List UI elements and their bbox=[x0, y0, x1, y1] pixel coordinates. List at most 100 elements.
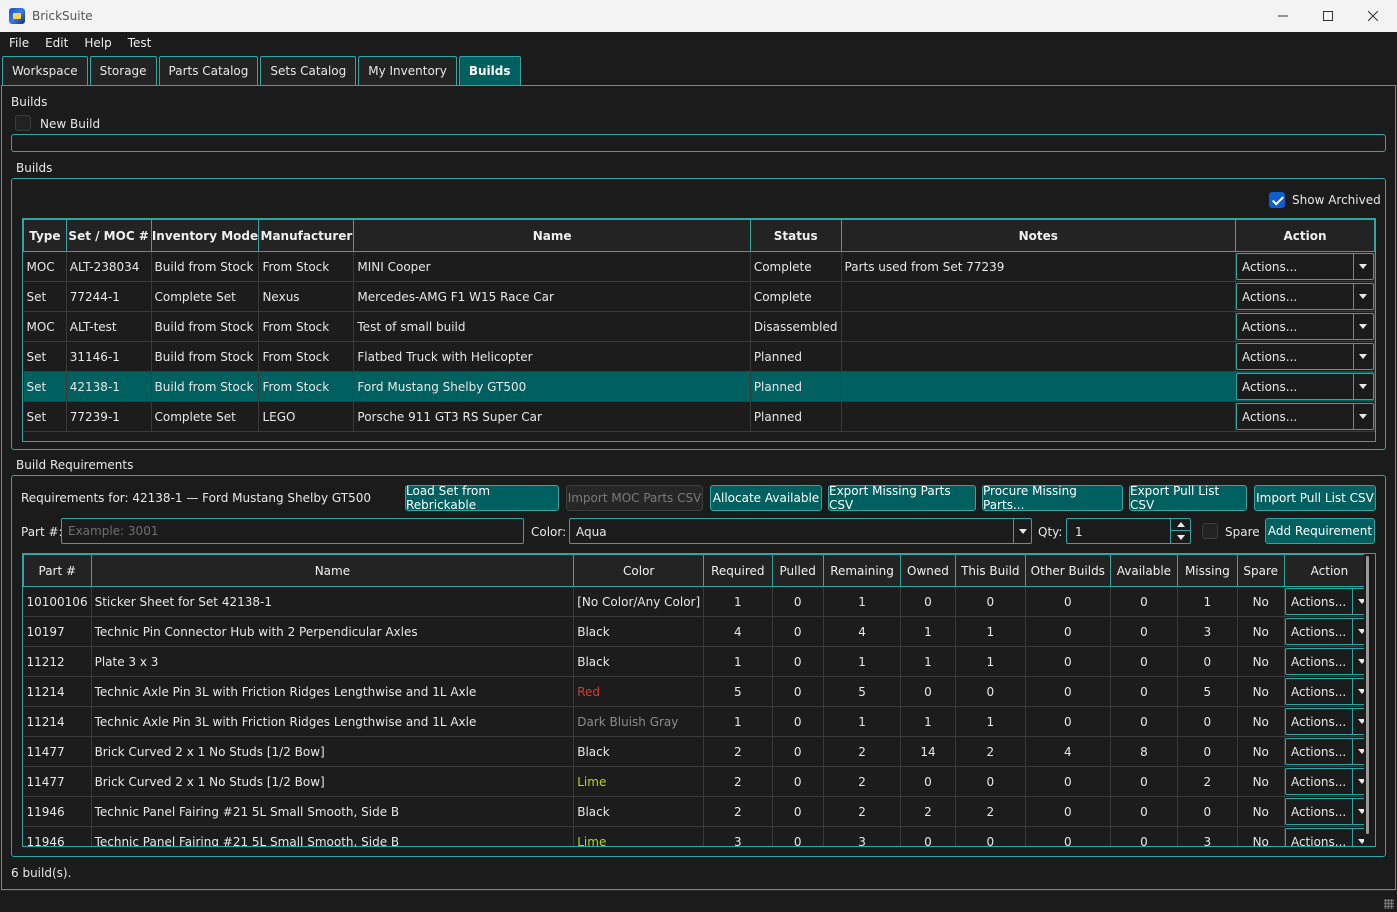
actions-dropdown[interactable]: Actions... bbox=[1284, 708, 1373, 735]
builds-table-row[interactable]: MOC ALT-test Build from Stock From Stock Tes… bbox=[23, 311, 1375, 342]
actions-dropdown[interactable]: Actions... bbox=[1284, 618, 1373, 645]
actions-dropdown[interactable]: Actions... bbox=[1284, 588, 1373, 615]
requirements-table-row[interactable]: 10100106 Sticker Sheet for Set 42138-1 [No… bbox=[23, 586, 1375, 617]
requirements-cell-missing: 5 bbox=[1177, 676, 1238, 707]
requirements-column-header[interactable]: Spare bbox=[1236, 554, 1285, 587]
minimize-icon[interactable] bbox=[1260, 0, 1306, 32]
requirements-column-header[interactable]: Action bbox=[1283, 554, 1375, 587]
tab-parts-catalog[interactable]: Parts Catalog bbox=[158, 56, 259, 85]
increment-icon[interactable] bbox=[1170, 519, 1190, 531]
builds-column-header[interactable]: Action bbox=[1234, 219, 1375, 252]
maximize-icon[interactable] bbox=[1305, 0, 1351, 32]
builds-table-row[interactable]: Set 77239-1 Complete Set LEGO Porsche 911 GT… bbox=[23, 401, 1375, 432]
menu-edit[interactable]: Edit bbox=[36, 36, 75, 50]
requirements-column-header[interactable]: Other Builds bbox=[1024, 554, 1111, 587]
actions-dropdown[interactable]: Actions... bbox=[1235, 343, 1374, 370]
builds-group-title: Builds bbox=[16, 161, 53, 175]
menu-help[interactable]: Help bbox=[75, 36, 118, 50]
chevron-down-icon[interactable] bbox=[1352, 374, 1373, 399]
procure-missing-button[interactable]: Procure Missing Parts... bbox=[982, 484, 1123, 512]
chevron-down-icon[interactable] bbox=[1352, 404, 1373, 429]
qty-stepper[interactable]: 1 bbox=[1066, 518, 1191, 544]
requirements-column-header[interactable]: Required bbox=[703, 554, 773, 587]
builds-table-row[interactable]: Set 42138-1 Build from Stock From Stock Ford… bbox=[23, 371, 1375, 402]
builds-column-header[interactable]: Notes bbox=[840, 219, 1236, 252]
builds-table-row[interactable]: Set 31146-1 Build from Stock From Stock Flat… bbox=[23, 341, 1375, 372]
builds-column-header[interactable]: Type bbox=[23, 219, 67, 252]
import-moc-button[interactable]: Import MOC Parts CSV bbox=[566, 485, 703, 511]
chevron-down-icon[interactable] bbox=[1013, 519, 1031, 543]
builds-cell-mode: Build from Stock bbox=[151, 251, 260, 282]
scrollbar-thumb[interactable] bbox=[1366, 556, 1369, 834]
requirements-column-header[interactable]: Name bbox=[90, 554, 575, 587]
requirements-table-row[interactable]: 11212 Plate 3 x 3 Black 1 0 1 1 1 0 0 0 No Actions..… bbox=[23, 646, 1375, 677]
actions-dropdown[interactable]: Actions... bbox=[1284, 738, 1373, 765]
chevron-down-icon[interactable] bbox=[1352, 344, 1373, 369]
close-icon[interactable] bbox=[1350, 0, 1396, 32]
resize-grip-icon[interactable] bbox=[1384, 899, 1394, 909]
requirements-table-row[interactable]: 10197 Technic Pin Connector Hub with 2 Pe… bbox=[23, 616, 1375, 647]
requirements-table-row[interactable]: 11214 Technic Axle Pin 3L with Friction R… bbox=[23, 676, 1375, 707]
qty-value[interactable]: 1 bbox=[1075, 525, 1083, 539]
requirements-cell-owned: 0 bbox=[900, 676, 956, 707]
requirements-table-row[interactable]: 11477 Brick Curved 2 x 1 No Studs [1/2 Bo… bbox=[23, 766, 1375, 797]
tab-sets-catalog[interactable]: Sets Catalog bbox=[260, 56, 357, 85]
load-set-button[interactable]: Load Set from Rebrickable bbox=[405, 484, 559, 512]
spare-checkbox[interactable] bbox=[1202, 523, 1218, 539]
requirements-column-header[interactable]: Color bbox=[573, 554, 705, 587]
requirements-column-header[interactable]: Owned bbox=[900, 554, 956, 587]
actions-dropdown[interactable]: Actions... bbox=[1235, 313, 1374, 340]
tab-builds[interactable]: Builds bbox=[458, 56, 521, 85]
color-select[interactable]: Aqua bbox=[569, 518, 1032, 544]
requirements-cell-this-build: 1 bbox=[955, 646, 1026, 677]
actions-dropdown[interactable]: Actions... bbox=[1284, 648, 1373, 675]
actions-dropdown-label: Actions... bbox=[1290, 595, 1347, 609]
chevron-down-icon[interactable] bbox=[1352, 314, 1373, 339]
export-pull-button[interactable]: Export Pull List CSV bbox=[1129, 484, 1247, 512]
show-archived-checkbox[interactable] bbox=[1269, 192, 1285, 208]
requirements-table-row[interactable]: 11946 Technic Panel Fairing #21 5L Small … bbox=[23, 826, 1375, 846]
requirements-column-header[interactable]: Remaining bbox=[822, 554, 902, 587]
tab-my-inventory[interactable]: My Inventory bbox=[358, 56, 457, 85]
part-number-input[interactable] bbox=[61, 518, 524, 544]
requirements-table-row[interactable]: 11946 Technic Panel Fairing #21 5L Small … bbox=[23, 796, 1375, 827]
requirements-column-header[interactable]: Pulled bbox=[771, 554, 824, 587]
requirements-column-header[interactable]: Available bbox=[1109, 554, 1179, 587]
actions-dropdown[interactable]: Actions... bbox=[1284, 828, 1373, 846]
requirements-column-header[interactable]: Missing bbox=[1177, 554, 1238, 587]
export-missing-button[interactable]: Export Missing Parts CSV bbox=[828, 484, 976, 512]
builds-column-header[interactable]: Set / MOC # bbox=[65, 219, 152, 252]
tab-workspace[interactable]: Workspace bbox=[2, 56, 88, 85]
builds-column-header[interactable]: Status bbox=[749, 219, 842, 252]
decrement-icon[interactable] bbox=[1170, 531, 1190, 543]
new-build-expander[interactable] bbox=[15, 115, 31, 131]
new-build-label[interactable]: New Build bbox=[40, 117, 100, 131]
builds-column-header[interactable]: Inventory Mode bbox=[150, 219, 260, 252]
allocate-available-button[interactable]: Allocate Available bbox=[710, 485, 822, 511]
requirements-table-row[interactable]: 11214 Technic Axle Pin 3L with Friction R… bbox=[23, 706, 1375, 737]
add-requirement-button[interactable]: Add Requirement bbox=[1265, 518, 1375, 544]
actions-dropdown[interactable]: Actions... bbox=[1235, 373, 1374, 400]
requirements-table-row[interactable]: 11477 Brick Curved 2 x 1 No Studs [1/2 Bo… bbox=[23, 736, 1375, 767]
builds-column-header[interactable]: Name bbox=[353, 219, 751, 252]
menu-file[interactable]: File bbox=[0, 36, 36, 50]
chevron-down-icon[interactable] bbox=[1352, 284, 1373, 309]
actions-dropdown[interactable]: Actions... bbox=[1235, 283, 1374, 310]
requirements-cell-part: 10197 bbox=[23, 616, 92, 647]
actions-dropdown[interactable]: Actions... bbox=[1284, 798, 1373, 825]
builds-column-header[interactable]: Manufacturer bbox=[258, 219, 355, 252]
tab-storage[interactable]: Storage bbox=[89, 56, 157, 85]
menu-test[interactable]: Test bbox=[119, 36, 159, 50]
actions-dropdown[interactable]: Actions... bbox=[1235, 403, 1374, 430]
actions-dropdown[interactable]: Actions... bbox=[1284, 678, 1373, 705]
requirements-column-header[interactable]: Part # bbox=[23, 554, 92, 587]
actions-dropdown[interactable]: Actions... bbox=[1235, 253, 1374, 280]
builds-table-row[interactable]: Set 77244-1 Complete Set Nexus Mercedes-AMG … bbox=[23, 281, 1375, 312]
actions-dropdown[interactable]: Actions... bbox=[1284, 768, 1373, 795]
chevron-down-icon[interactable] bbox=[1352, 254, 1373, 279]
requirements-scrollbar[interactable] bbox=[1364, 554, 1375, 846]
import-pull-button[interactable]: Import Pull List CSV bbox=[1254, 485, 1376, 511]
requirements-column-header[interactable]: This Build bbox=[954, 554, 1026, 587]
builds-table-row[interactable]: MOC ALT-238034 Build from Stock From Stock M… bbox=[23, 251, 1375, 282]
requirements-cell-this-build: 1 bbox=[955, 706, 1026, 737]
